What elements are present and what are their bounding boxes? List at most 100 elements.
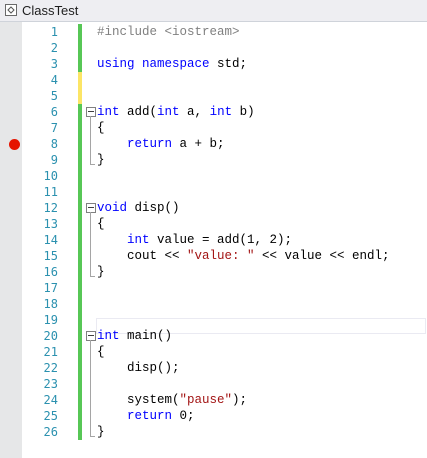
code-line-10[interactable]: 10 bbox=[0, 168, 427, 184]
saved-change-marker bbox=[78, 136, 82, 152]
code-line-1[interactable]: 1 #include <iostream> bbox=[0, 24, 427, 40]
saved-change-marker bbox=[78, 152, 82, 168]
code-editor[interactable]: 1 #include <iostream> 2 3 using namespace st… bbox=[0, 22, 427, 458]
fold-guide-end bbox=[90, 276, 95, 277]
line-number: 8 bbox=[50, 137, 58, 151]
code-text: #include <iostream> bbox=[97, 25, 240, 39]
code-line-21[interactable]: 21 { bbox=[0, 344, 427, 360]
unsaved-change-marker bbox=[78, 72, 82, 88]
code-line-12[interactable]: 12 void disp() bbox=[0, 200, 427, 216]
line-number: 15 bbox=[43, 249, 58, 263]
saved-change-marker bbox=[78, 408, 82, 424]
code-text: int main() bbox=[97, 329, 173, 343]
code-line-5[interactable]: 5 bbox=[0, 88, 427, 104]
line-number: 25 bbox=[43, 409, 58, 423]
line-number: 13 bbox=[43, 217, 58, 231]
fold-guide-line bbox=[90, 340, 91, 436]
code-line-6[interactable]: 6 int add(int a, int b) bbox=[0, 104, 427, 120]
code-line-11[interactable]: 11 bbox=[0, 184, 427, 200]
code-line-25[interactable]: 25 return 0; bbox=[0, 408, 427, 424]
breakpoint-icon[interactable] bbox=[9, 139, 20, 150]
code-line-15[interactable]: 15 cout << "value: " << value << endl; bbox=[0, 248, 427, 264]
line-number: 1 bbox=[50, 25, 58, 39]
code-text: void disp() bbox=[97, 201, 180, 215]
line-number: 26 bbox=[43, 425, 58, 439]
code-line-26[interactable]: 26} bbox=[0, 424, 427, 440]
line-number: 9 bbox=[50, 153, 58, 167]
code-text: } bbox=[97, 425, 105, 439]
code-text: int add(int a, int b) bbox=[97, 105, 255, 119]
code-text: system("pause"); bbox=[97, 393, 248, 407]
fold-guide-line bbox=[90, 212, 91, 276]
fold-guide-end bbox=[90, 164, 95, 165]
saved-change-marker bbox=[78, 328, 82, 344]
collapse-icon[interactable] bbox=[86, 203, 96, 213]
saved-change-marker bbox=[78, 360, 82, 376]
code-line-17[interactable]: 17 bbox=[0, 280, 427, 296]
saved-change-marker bbox=[78, 296, 82, 312]
line-number: 22 bbox=[43, 361, 58, 375]
line-number: 4 bbox=[50, 73, 58, 87]
line-number: 10 bbox=[43, 169, 58, 183]
code-text: { bbox=[97, 217, 105, 231]
fold-guide-line bbox=[90, 116, 91, 164]
line-number: 17 bbox=[43, 281, 58, 295]
collapse-icon[interactable] bbox=[86, 331, 96, 341]
saved-change-marker bbox=[78, 200, 82, 216]
saved-change-marker bbox=[78, 216, 82, 232]
collapse-icon[interactable] bbox=[86, 107, 96, 117]
code-line-4[interactable]: 4 bbox=[0, 72, 427, 88]
line-number: 19 bbox=[43, 313, 58, 327]
saved-change-marker bbox=[78, 232, 82, 248]
code-text: disp(); bbox=[97, 361, 180, 375]
line-number: 20 bbox=[43, 329, 58, 343]
line-number: 23 bbox=[43, 377, 58, 391]
code-line-23[interactable]: 23 bbox=[0, 376, 427, 392]
code-line-24[interactable]: 24 system("pause"); bbox=[0, 392, 427, 408]
saved-change-marker bbox=[78, 56, 82, 72]
code-line-22[interactable]: 22 disp(); bbox=[0, 360, 427, 376]
code-text: return 0; bbox=[127, 409, 195, 423]
line-number: 18 bbox=[43, 297, 58, 311]
code-text: int value = add(1, 2); bbox=[127, 233, 293, 247]
code-line-8[interactable]: 8 return a + b; bbox=[0, 136, 427, 152]
document-title: ClassTest bbox=[22, 3, 79, 18]
code-line-3[interactable]: 3 using namespace std; bbox=[0, 56, 427, 72]
saved-change-marker bbox=[78, 344, 82, 360]
code-text: { bbox=[97, 345, 105, 359]
saved-change-marker bbox=[78, 280, 82, 296]
code-line-13[interactable]: 13 { bbox=[0, 216, 427, 232]
line-number: 24 bbox=[43, 393, 58, 407]
document-tab[interactable]: ClassTest bbox=[0, 0, 427, 22]
fold-guide-end bbox=[90, 436, 95, 437]
saved-change-marker bbox=[78, 104, 82, 120]
code-line-7[interactable]: 7{ bbox=[0, 120, 427, 136]
code-file-icon bbox=[5, 4, 17, 16]
code-line-14[interactable]: 14 int value = add(1, 2); bbox=[0, 232, 427, 248]
line-number: 7 bbox=[50, 121, 58, 135]
line-number: 14 bbox=[43, 233, 58, 247]
saved-change-marker bbox=[78, 40, 82, 56]
code-line-2[interactable]: 2 bbox=[0, 40, 427, 56]
code-text: { bbox=[97, 121, 105, 135]
saved-change-marker bbox=[78, 248, 82, 264]
line-number: 12 bbox=[43, 201, 58, 215]
saved-change-marker bbox=[78, 120, 82, 136]
saved-change-marker bbox=[78, 424, 82, 440]
line-number: 21 bbox=[43, 345, 58, 359]
line-number: 16 bbox=[43, 265, 58, 279]
saved-change-marker bbox=[78, 312, 82, 328]
line-number: 3 bbox=[50, 57, 58, 71]
line-number: 6 bbox=[50, 105, 58, 119]
code-line-18[interactable]: 18 bbox=[0, 296, 427, 312]
code-text: return a + b; bbox=[127, 137, 225, 151]
code-line-16[interactable]: 16} bbox=[0, 264, 427, 280]
saved-change-marker bbox=[78, 264, 82, 280]
code-text: using namespace std; bbox=[97, 57, 248, 71]
code-line-19[interactable]: 19 bbox=[0, 312, 427, 328]
code-text: } bbox=[97, 153, 105, 167]
code-line-9[interactable]: 9} bbox=[0, 152, 427, 168]
unsaved-change-marker bbox=[78, 88, 82, 104]
code-line-20[interactable]: 20 int main() bbox=[0, 328, 427, 344]
line-number: 11 bbox=[43, 185, 58, 199]
